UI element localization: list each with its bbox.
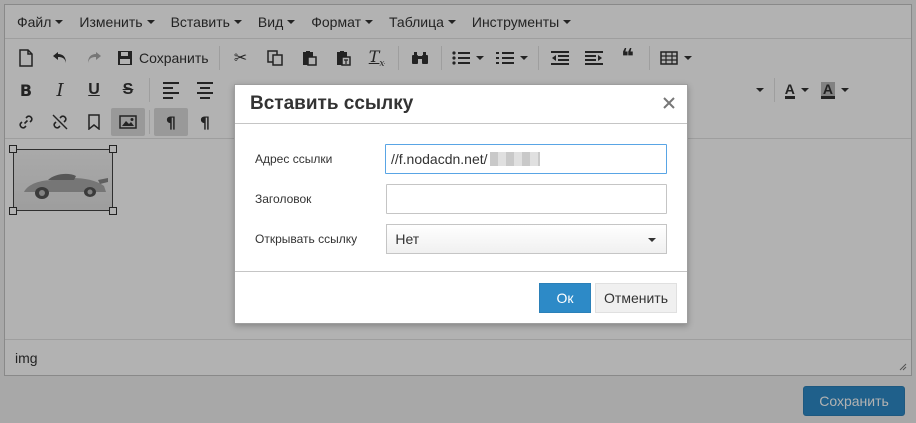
url-value: //f.nodacdn.net/ — [391, 151, 540, 167]
url-field-wrap: //f.nodacdn.net/ — [385, 144, 667, 174]
url-value-text: //f.nodacdn.net/ — [391, 151, 488, 167]
target-select[interactable]: Нет — [386, 224, 667, 254]
insert-link-dialog: Вставить ссылку Адрес ссылки //f.nodacdn… — [234, 84, 688, 324]
chevron-down-icon — [648, 238, 656, 242]
target-label: Открывать ссылку — [255, 232, 358, 246]
dialog-body: Адрес ссылки //f.nodacdn.net/ Заголовок … — [235, 124, 687, 254]
redacted-blur — [489, 152, 540, 166]
title-input[interactable] — [386, 184, 667, 214]
title-row: Заголовок — [255, 184, 667, 214]
target-row: Открывать ссылку Нет — [255, 224, 667, 254]
dialog-header: Вставить ссылку — [235, 85, 687, 124]
close-icon[interactable] — [661, 95, 677, 111]
target-select-value: Нет — [395, 231, 420, 247]
dialog-title: Вставить ссылку — [250, 93, 414, 114]
dialog-footer: Ок Отменить — [235, 271, 687, 323]
ok-button[interactable]: Ок — [539, 282, 592, 313]
url-row: Адрес ссылки //f.nodacdn.net/ — [255, 144, 667, 174]
title-label: Заголовок — [255, 192, 312, 206]
url-label: Адрес ссылки — [255, 152, 333, 166]
cancel-button[interactable]: Отменить — [595, 282, 677, 313]
